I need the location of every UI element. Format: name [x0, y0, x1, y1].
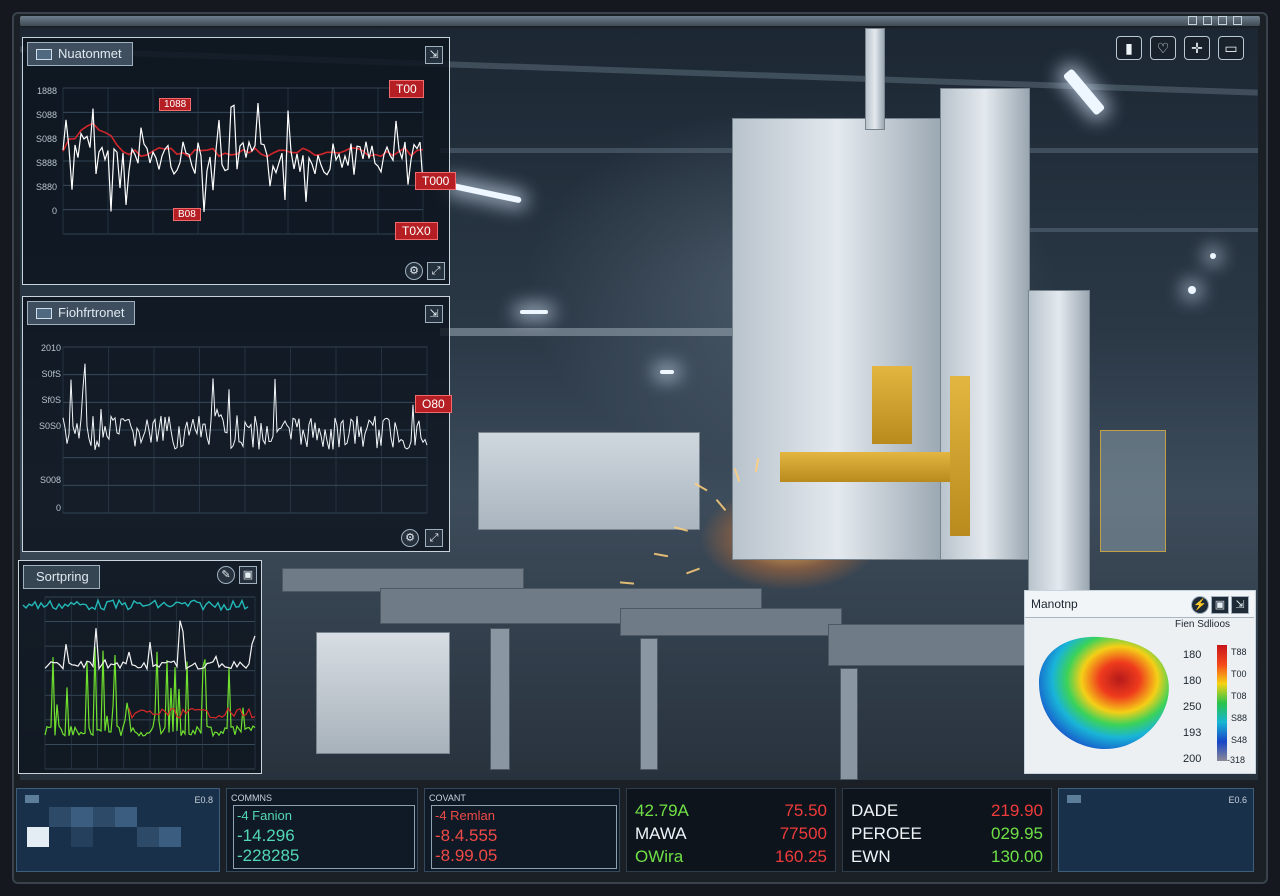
teal-line — [22, 598, 249, 612]
box-icon — [25, 795, 39, 803]
alarm-tag: T000 — [415, 172, 457, 190]
alarm-tag: 1088 — [159, 98, 192, 111]
box-line: -14.296 — [237, 826, 295, 845]
window-restore-icon[interactable] — [1218, 16, 1227, 25]
title-bar — [20, 16, 1260, 26]
readout-value: 029.95 — [991, 824, 1043, 843]
grid-cell — [93, 807, 115, 827]
grid-cell — [71, 827, 93, 847]
box-label: E0.6 — [1228, 795, 1247, 805]
status-box: E0.6 — [1058, 788, 1254, 872]
alarm-tag: B08 — [173, 208, 201, 221]
mini-grid-box: E0.8 — [16, 788, 220, 872]
multi-signal-plot — [22, 596, 256, 770]
window-minimize-icon[interactable] — [1188, 16, 1197, 25]
scale-label: T88 — [1231, 647, 1247, 657]
red-line — [128, 707, 256, 720]
scale-label: T08 — [1231, 691, 1247, 701]
box-label: E0.8 — [194, 795, 213, 805]
scale-label: T00 — [1231, 669, 1247, 679]
heatmap-label: 193 — [1183, 727, 1202, 739]
heatmap-label: 180 — [1183, 675, 1202, 687]
alarm-tag: T0X0 — [395, 222, 438, 240]
readout-name: 42.79A — [635, 801, 689, 820]
readout-name: EWN — [851, 847, 891, 866]
readout-name: PEROEE — [851, 824, 922, 843]
panel-nuatonmet: Nuatonmet ⇲ 1888 S088 S088 S888 S880 0 T… — [22, 37, 457, 285]
scale-label: S88 — [1231, 713, 1248, 723]
vibration-plot — [62, 346, 428, 514]
readout-box-a: 42.79A 75.50 MAWA 77500 OWira 160.25 — [626, 788, 836, 872]
grid-cell — [137, 827, 159, 847]
signal-plot — [62, 87, 424, 235]
heatmap-blob — [1039, 636, 1169, 750]
window-maximize-icon[interactable] — [1203, 16, 1212, 25]
scale-label: S48 — [1231, 735, 1248, 745]
readout-value: 219.90 — [991, 801, 1043, 820]
box-line: -4 Fanion — [237, 808, 292, 823]
settings-icon[interactable]: ⚙ — [401, 529, 419, 547]
box-line: -8.4.555 — [435, 826, 498, 845]
crosshair-icon[interactable]: ✛ — [1184, 36, 1210, 60]
covant-box: COVANT -4 Remlan -8.4.555 -8.99.05 — [424, 788, 620, 872]
window-icon[interactable]: ▭ — [1218, 36, 1244, 60]
readout-name: DADE — [851, 801, 899, 820]
box-icon — [1067, 795, 1081, 803]
panel-manotnp: Manotnp ⚡ ▣ ⇲ Fien Sdlioos 180 180 250 1… — [1024, 590, 1256, 774]
heart-monitor-icon[interactable]: ♡ — [1150, 36, 1176, 60]
fullscreen-icon[interactable]: ⤢ — [425, 529, 443, 547]
readout-name: OWira — [635, 847, 684, 866]
heatmap-label: 180 — [1183, 649, 1202, 661]
readout-box-b: DADE 219.90 PEROEE 029.95 EWN 130.00 — [842, 788, 1052, 872]
scale-label: -318 — [1227, 755, 1246, 765]
readout-name: MAWA — [635, 824, 687, 843]
grid-cell — [27, 827, 49, 847]
grid-cell — [115, 807, 137, 827]
color-scale — [1217, 645, 1227, 761]
box-line: -4 Remlan — [435, 808, 495, 823]
settings-icon[interactable]: ⚙ — [405, 262, 423, 280]
comms-box: COMMNS -4 Fanion -14.296 -228285 — [226, 788, 418, 872]
box-line: -8.99.05 — [435, 846, 498, 865]
grid-cell — [49, 807, 71, 827]
split-view-icon[interactable]: ▮ — [1116, 36, 1142, 60]
panel-fiohfrtronet: Fiohfrtronet ⇲ 2010 S0fS Sf0S S0S0 S008 … — [22, 296, 452, 552]
box-header: COVANT — [429, 793, 466, 803]
readout-value: 130.00 — [991, 847, 1043, 866]
panel-sortpring: Sortpring ✎ ▣ — [18, 560, 262, 774]
readout-value: 75.50 — [784, 801, 827, 820]
box-line: -228285 — [237, 846, 300, 865]
bottom-status-strip: E0.8 COMMNS -4 Fanion -14.296 -228285 CO… — [16, 788, 1262, 872]
heatmap-label: 250 — [1183, 701, 1202, 713]
alarm-tag: O80 — [415, 395, 452, 413]
window-close-icon[interactable] — [1233, 16, 1242, 25]
readout-value: 160.25 — [775, 847, 827, 866]
heatmap-label: 200 — [1183, 753, 1202, 765]
grid-cell — [71, 807, 93, 827]
alarm-tag: T00 — [389, 80, 424, 98]
fullscreen-icon[interactable]: ⤢ — [427, 262, 445, 280]
grid-cell — [159, 827, 181, 847]
box-header: COMMNS — [231, 793, 272, 803]
readout-value: 77500 — [779, 824, 827, 843]
